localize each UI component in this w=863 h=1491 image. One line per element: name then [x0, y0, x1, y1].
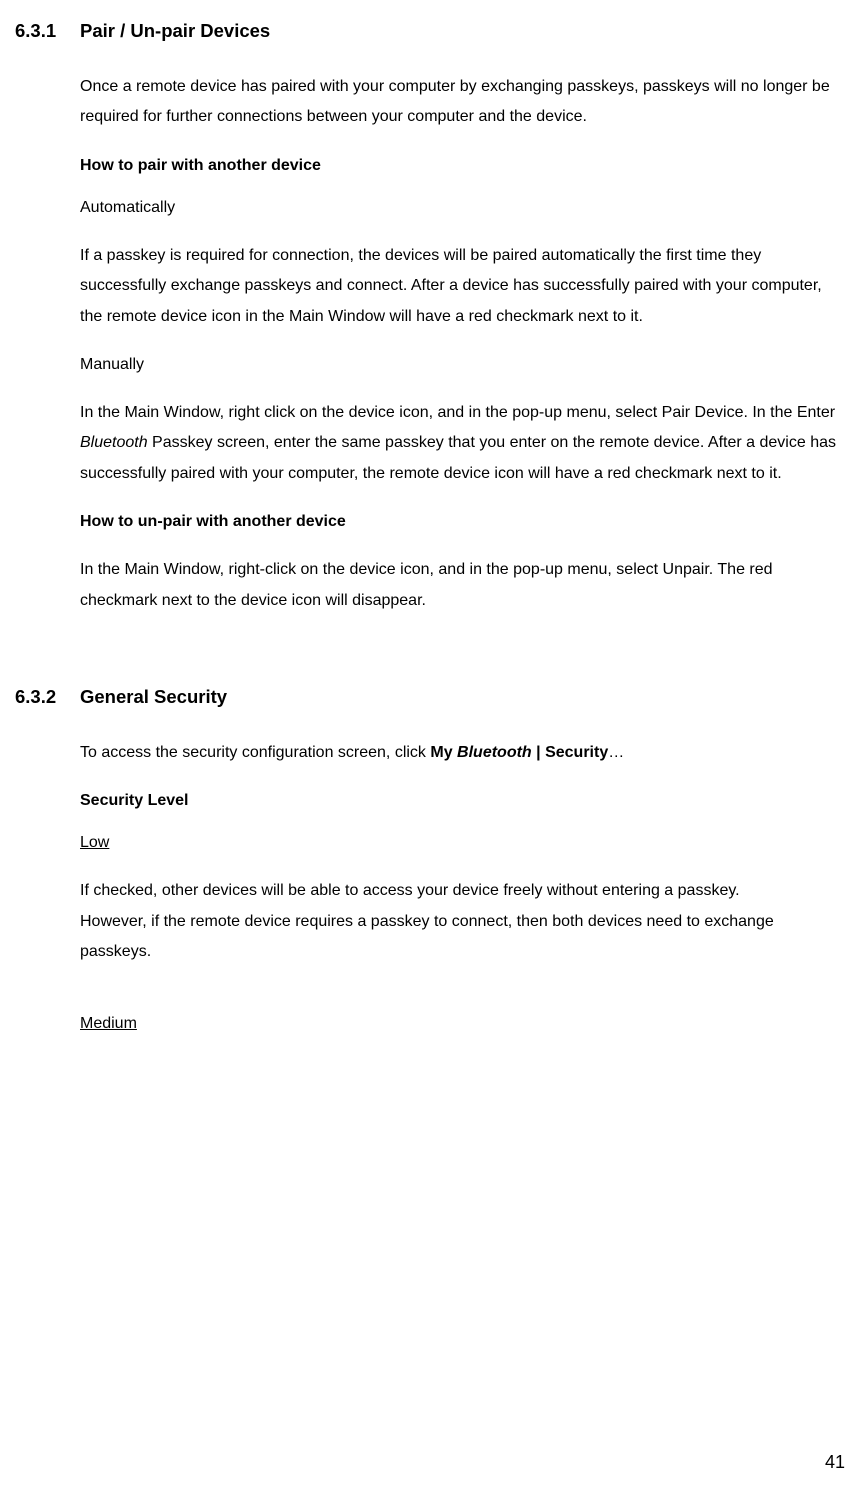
medium-label: Medium	[80, 1015, 848, 1033]
section-heading-632: 6.3.2 General Security	[15, 686, 848, 708]
low-text-line2: However, if the remote device requires a…	[80, 913, 774, 960]
section-631-content: Once a remote device has paired with you…	[80, 72, 848, 616]
security-level-heading: Security Level	[80, 792, 848, 810]
low-label: Low	[80, 834, 848, 852]
section-632-content: To access the security configuration scr…	[80, 738, 848, 1034]
how-to-unpair-heading: How to un-pair with another device	[80, 513, 848, 531]
manually-text-italic: Bluetooth	[80, 434, 148, 451]
security-intro-pre: To access the security configuration scr…	[80, 744, 430, 761]
section-heading-631: 6.3.1 Pair / Un-pair Devices	[15, 20, 848, 42]
security-intro: To access the security configuration scr…	[80, 738, 848, 768]
page-number: 41	[825, 1452, 845, 1473]
security-intro-post: …	[608, 744, 624, 761]
security-intro-bolditalic: Bluetooth	[457, 744, 532, 761]
security-intro-bold1: My	[430, 744, 457, 761]
unpair-text: In the Main Window, right-click on the d…	[80, 555, 848, 616]
automatically-text: If a passkey is required for connection,…	[80, 241, 848, 332]
manually-label: Manually	[80, 356, 848, 374]
medium-label-text: Medium	[80, 1015, 137, 1032]
security-intro-bold2: | Security	[532, 744, 609, 761]
manually-text-pre: In the Main Window, right click on the d…	[80, 404, 835, 421]
spacer	[80, 991, 848, 1015]
section-number-631: 6.3.1	[15, 20, 80, 42]
manually-text-post: Passkey screen, enter the same passkey t…	[80, 434, 836, 481]
intro-paragraph: Once a remote device has paired with you…	[80, 72, 848, 133]
low-text: If checked, other devices will be able t…	[80, 876, 848, 967]
manually-text: In the Main Window, right click on the d…	[80, 398, 848, 489]
section-title-631: Pair / Un-pair Devices	[80, 20, 848, 42]
low-label-text: Low	[80, 834, 109, 851]
low-text-line1: If checked, other devices will be able t…	[80, 882, 740, 899]
how-to-pair-heading: How to pair with another device	[80, 157, 848, 175]
automatically-label: Automatically	[80, 199, 848, 217]
section-number-632: 6.3.2	[15, 686, 80, 708]
section-title-632: General Security	[80, 686, 848, 708]
